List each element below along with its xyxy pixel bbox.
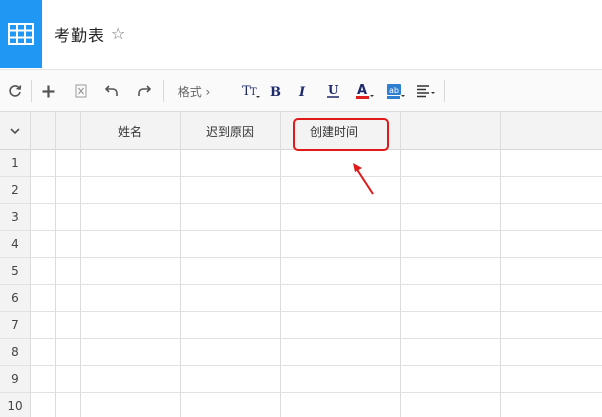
undo-icon [105, 85, 118, 96]
toolbar-divider [444, 80, 445, 102]
row-divider [0, 176, 602, 177]
row-divider [0, 203, 602, 204]
refresh-button[interactable] [4, 78, 26, 104]
svg-text:T: T [250, 87, 257, 98]
column-header-6[interactable] [400, 112, 500, 150]
spreadsheet-grid: 姓名 迟到原因 创建时间 1 2 3 4 5 6 7 8 9 10 [0, 112, 602, 417]
row-number[interactable]: 8 [0, 339, 30, 365]
column-divider [400, 112, 401, 417]
align-icon [417, 85, 435, 98]
table-grid-icon [8, 23, 34, 45]
underline-icon: U [327, 83, 339, 98]
column-header-late-reason[interactable]: 迟到原因 [180, 112, 280, 150]
column-divider [500, 112, 501, 417]
row-divider [0, 230, 602, 231]
redo-icon [138, 85, 151, 96]
svg-text:U: U [328, 83, 339, 97]
bold-button[interactable]: B [265, 78, 285, 104]
chevron-down-icon [10, 127, 20, 134]
excel-export-icon [75, 84, 87, 98]
column-divider [180, 112, 181, 417]
bold-icon: B [270, 85, 281, 98]
format-menu[interactable]: 格式 › [172, 78, 216, 104]
toolbar-divider [31, 80, 32, 102]
row-divider [0, 365, 602, 366]
row-number[interactable]: 9 [0, 366, 30, 392]
column-header-2[interactable] [55, 112, 80, 150]
row-divider [0, 338, 602, 339]
row-number[interactable]: 10 [0, 393, 30, 417]
row-number[interactable]: 4 [0, 231, 30, 257]
row-divider [0, 392, 602, 393]
fill-color-icon: ab [387, 84, 405, 99]
font-color-icon: A [356, 83, 374, 99]
svg-text:I: I [298, 85, 306, 98]
italic-button[interactable]: I [293, 78, 313, 104]
align-button[interactable] [414, 78, 438, 104]
font-color-button[interactable]: A [353, 78, 377, 104]
row-divider [0, 257, 602, 258]
row-number[interactable]: 1 [0, 150, 30, 176]
column-divider [80, 112, 81, 417]
column-divider [30, 112, 31, 417]
row-number[interactable]: 5 [0, 258, 30, 284]
excel-export-button[interactable] [70, 78, 92, 104]
svg-text:B: B [270, 85, 281, 98]
text-size-button[interactable]: T T [239, 78, 263, 104]
app-table-icon[interactable] [0, 0, 42, 68]
select-all-toggle[interactable] [0, 112, 30, 150]
row-number[interactable]: 6 [0, 285, 30, 311]
star-outline-icon[interactable]: ☆ [111, 26, 125, 42]
column-divider [55, 112, 56, 417]
column-header-name[interactable]: 姓名 [80, 112, 180, 150]
underline-button[interactable]: U [323, 78, 343, 104]
redo-button[interactable] [133, 78, 155, 104]
column-header-1[interactable] [30, 112, 55, 150]
toolbar: 格式 › T T B I U A ab [0, 69, 602, 112]
undo-button[interactable] [101, 78, 123, 104]
svg-text:A: A [357, 83, 367, 98]
title-bar: 考勤表 ☆ [42, 0, 602, 68]
text-size-icon: T T [242, 84, 260, 99]
row-divider [0, 284, 602, 285]
row-number[interactable]: 7 [0, 312, 30, 338]
column-divider [280, 112, 281, 417]
column-header-created-time[interactable]: 创建时间 [280, 112, 400, 150]
add-icon [42, 85, 54, 97]
document-title[interactable]: 考勤表 [54, 22, 105, 46]
row-number[interactable]: 2 [0, 177, 30, 203]
refresh-icon [9, 85, 22, 97]
italic-icon: I [298, 85, 306, 98]
annotation-arrow [353, 163, 374, 195]
add-button[interactable] [37, 78, 59, 104]
toolbar-divider [163, 80, 164, 102]
fill-color-button[interactable]: ab [384, 78, 408, 104]
row-number[interactable]: 3 [0, 204, 30, 230]
row-divider [0, 311, 602, 312]
svg-text:ab: ab [389, 86, 399, 95]
